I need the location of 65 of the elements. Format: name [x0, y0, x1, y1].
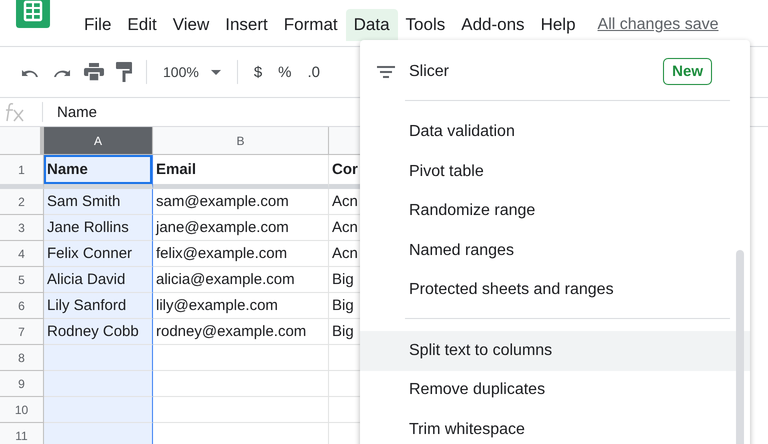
function-icon	[4, 102, 26, 122]
decrease-decimal-button[interactable]: .0	[306, 64, 322, 80]
menu-item[interactable]: Tools	[398, 9, 454, 41]
table-cell[interactable]: Sam Smith	[44, 189, 153, 215]
menu-item[interactable]: Named ranges	[360, 231, 750, 270]
row-header[interactable]: 9	[0, 371, 44, 397]
menu-item[interactable]: Protected sheets and ranges	[360, 270, 750, 310]
menu-item[interactable]: Data	[346, 9, 398, 41]
table-cell[interactable]: jane@example.com	[153, 215, 329, 241]
row-header[interactable]: 5	[0, 267, 44, 293]
scrollbar-thumb[interactable]	[736, 250, 744, 444]
select-all-corner[interactable]	[0, 127, 44, 155]
row-header[interactable]: 10	[0, 397, 44, 423]
menu-item[interactable]: Data validation	[360, 112, 750, 152]
table-cell[interactable]	[44, 371, 153, 397]
formula-value[interactable]: Name	[57, 104, 98, 120]
row-header[interactable]: 4	[0, 241, 44, 267]
menu-item[interactable]: Format	[276, 9, 346, 41]
menu-item[interactable]: Remove duplicates	[360, 370, 750, 410]
menu-item-label: Slicer	[409, 62, 450, 81]
column-header[interactable]: A	[44, 127, 153, 155]
column-header[interactable]: B	[153, 127, 329, 155]
table-cell[interactable]	[44, 423, 153, 444]
save-status-link[interactable]: All changes save	[598, 16, 718, 34]
menu-item[interactable]: Slicer New	[360, 52, 750, 92]
sheets-logo-icon[interactable]	[16, 0, 50, 28]
row-header[interactable]: 1	[0, 155, 44, 189]
new-badge: New	[663, 58, 712, 86]
table-cell[interactable]: Name	[44, 155, 153, 189]
table-cell[interactable]: felix@example.com	[153, 241, 329, 267]
menu-item[interactable]: Edit	[119, 9, 165, 41]
print-icon[interactable]	[84, 63, 104, 81]
row-header[interactable]: 8	[0, 345, 44, 371]
table-cell[interactable]: Rodney Cobb	[44, 319, 153, 345]
table-cell[interactable]	[44, 345, 153, 371]
menu-item[interactable]: Split text to columns	[360, 331, 750, 370]
menu-item[interactable]: Randomize range	[360, 192, 750, 231]
menu-item[interactable]: View	[164, 9, 218, 41]
table-cell[interactable]: Jane Rollins	[44, 215, 153, 241]
menu-item[interactable]: File	[76, 9, 120, 41]
table-cell[interactable]: sam@example.com	[153, 189, 329, 215]
row-header[interactable]: 11	[0, 423, 44, 444]
menu-item[interactable]: Trim whitespace	[360, 410, 750, 444]
zoom-dropdown[interactable]: 100%	[161, 64, 223, 80]
table-cell[interactable]: Felix Conner	[44, 241, 153, 267]
row-header[interactable]: 3	[0, 215, 44, 241]
menu-item[interactable]: Help	[532, 9, 584, 41]
table-cell[interactable]: Alicia David	[44, 267, 153, 293]
table-cell[interactable]: rodney@example.com	[153, 319, 329, 345]
table-cell[interactable]: alicia@example.com	[153, 267, 329, 293]
menu-item[interactable]: Add-ons	[453, 9, 533, 41]
menu-item[interactable]: Insert	[217, 9, 276, 41]
paint-roller-icon[interactable]	[116, 62, 132, 82]
percent-format-button[interactable]: %	[276, 64, 294, 80]
table-cell[interactable]: Lily Sanford	[44, 293, 153, 319]
filter-icon	[377, 66, 395, 78]
table-cell[interactable]: Email	[153, 155, 329, 189]
row-header[interactable]: 7	[0, 319, 44, 345]
table-cell[interactable]	[44, 397, 153, 423]
row-header[interactable]: 2	[0, 189, 44, 215]
currency-format-button[interactable]: $	[252, 64, 264, 80]
row-header[interactable]: 6	[0, 293, 44, 319]
caret-icon	[210, 70, 221, 74]
menu-item[interactable]: Pivot table	[360, 152, 750, 192]
table-cell[interactable]: lily@example.com	[153, 293, 329, 319]
